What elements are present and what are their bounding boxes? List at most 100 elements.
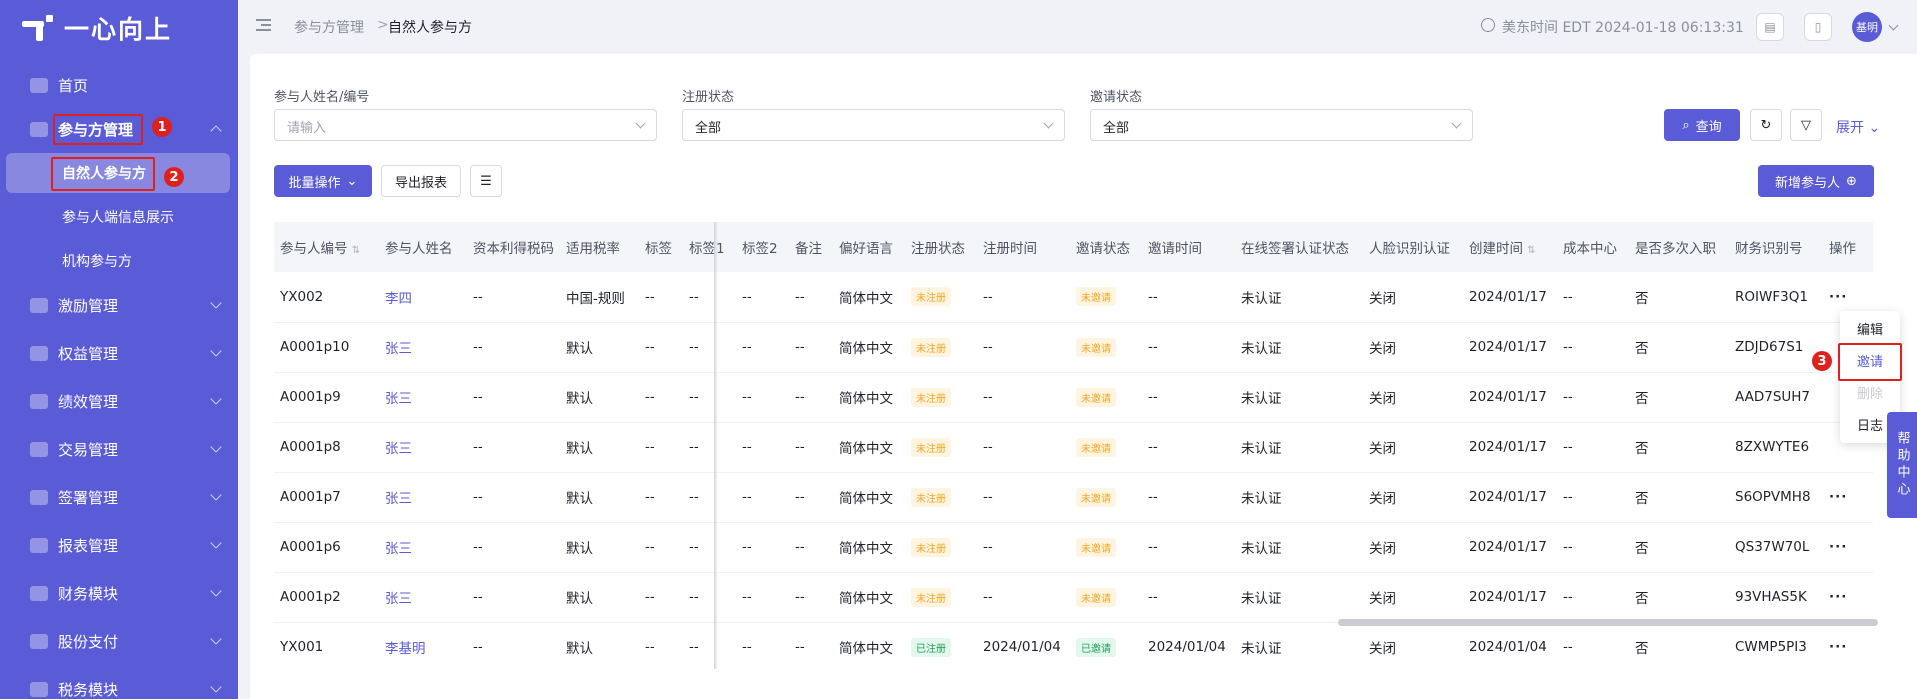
sort-icon[interactable]: ⇅	[352, 245, 360, 256]
top-bar: 参与方管理 > 自然人参与方 美东时间 EDT 2024-01-18 06:13…	[238, 0, 1917, 54]
cell-lang: 简体中文	[833, 322, 905, 373]
name-search-input[interactable]: 请输入	[274, 109, 657, 141]
cell-created: 2024/01/04	[1463, 622, 1557, 669]
cell-tax: --	[459, 572, 560, 623]
cell-name[interactable]: 张三	[379, 572, 459, 623]
horizontal-scrollbar[interactable]	[1338, 619, 1878, 626]
sidebar-subitem-participant-info[interactable]: 参与人端信息展示	[0, 197, 238, 237]
cell-op[interactable]: ···	[1823, 522, 1873, 573]
document-icon[interactable]: ▯	[1804, 13, 1832, 41]
add-participant-button[interactable]: 新增参与人 ⊕	[1758, 165, 1874, 197]
menu-collapse-icon[interactable]	[256, 19, 271, 31]
cell-rate: 默认	[560, 422, 639, 473]
cell-created: 2024/01/17	[1463, 372, 1557, 423]
sidebar-item-equity[interactable]: 权益管理	[0, 333, 238, 373]
cell-reg_time: --	[977, 472, 1070, 523]
sidebar-item-incentive[interactable]: 激励管理	[0, 285, 238, 325]
cell-t1: --	[683, 472, 736, 523]
cell-multi: 否	[1629, 372, 1729, 423]
cell-face: 关闭	[1363, 572, 1463, 623]
col-inv-time: 邀请时间	[1142, 222, 1235, 272]
cell-reg_time: --	[977, 422, 1070, 473]
cell-note: --	[789, 372, 833, 423]
col-created[interactable]: 创建时间 ⇅	[1463, 222, 1557, 272]
export-report-button[interactable]: 导出报表	[381, 165, 461, 197]
cell-rate: 默认	[560, 372, 639, 423]
cell-inv_time: --	[1142, 522, 1235, 573]
chevron-down-icon	[210, 297, 222, 309]
menu-edit[interactable]: 编辑	[1840, 319, 1900, 338]
sidebar-item-trade[interactable]: 交易管理	[0, 429, 238, 469]
cell-face: 关闭	[1363, 372, 1463, 423]
sidebar-item-signing[interactable]: 签署管理	[0, 477, 238, 517]
cell-t1: --	[683, 522, 736, 573]
invite-status-badge: 未邀请	[1076, 387, 1116, 407]
sidebar-item-home[interactable]: 首页	[0, 65, 238, 105]
sidebar-item-label: 激励管理	[58, 296, 119, 315]
cell-t: --	[639, 472, 683, 523]
filter-button[interactable]: ▽	[1790, 109, 1822, 141]
share-payment-icon	[30, 633, 48, 649]
batch-action-button[interactable]: 批量操作 ⌄	[274, 165, 372, 197]
finance-icon	[30, 585, 48, 601]
cell-name[interactable]: 张三	[379, 422, 459, 473]
incentive-icon	[30, 297, 48, 313]
cell-name[interactable]: 张三	[379, 322, 459, 373]
column-settings-button[interactable]: ☰	[470, 165, 502, 197]
cell-name[interactable]: 张三	[379, 372, 459, 423]
cell-name[interactable]: 张三	[379, 472, 459, 523]
cell-note: --	[789, 272, 833, 323]
app-logo: 一心向上	[0, 0, 238, 56]
invite-status-badge: 未邀请	[1076, 487, 1116, 507]
cell-cost: --	[1557, 322, 1629, 373]
table-row: YX001 李基明 -- 默认 -- -- -- -- 简体中文 已注册 2024/01/04 已邀请…	[274, 622, 1873, 669]
chevron-down-icon	[210, 441, 222, 453]
cell-name[interactable]: 张三	[379, 522, 459, 573]
expand-filters-link[interactable]: 展开 ⌄	[1836, 117, 1880, 137]
reg-status-select[interactable]: 全部	[682, 109, 1065, 141]
col-id[interactable]: 参与人编号 ⇅	[274, 222, 379, 272]
cell-multi: 否	[1629, 422, 1729, 473]
query-button[interactable]: ⌕ 查询	[1664, 109, 1740, 141]
cell-reg_time: --	[977, 522, 1070, 573]
cell-name[interactable]: 李基明	[379, 622, 459, 669]
sidebar-item-reports[interactable]: 报表管理	[0, 525, 238, 565]
sidebar-item-finance[interactable]: 财务模块	[0, 573, 238, 613]
table-row: A0001p8 张三 -- 默认 -- -- -- -- 简体中文 未注册 -- 未邀请 -- 未认证 关闭…	[274, 422, 1873, 473]
cell-inv: 已邀请	[1070, 622, 1142, 669]
reg-status-badge: 未注册	[911, 587, 951, 607]
sidebar-subitem-institution[interactable]: 机构参与方	[0, 241, 238, 281]
chevron-down-icon[interactable]	[1888, 20, 1899, 31]
cell-note: --	[789, 522, 833, 573]
avatar[interactable]: 基明	[1852, 12, 1882, 42]
cell-face: 关闭	[1363, 322, 1463, 373]
app-name: 一心向上	[64, 15, 173, 44]
invite-status-select[interactable]: 全部	[1090, 109, 1473, 141]
cell-t: --	[639, 372, 683, 423]
cell-op[interactable]: ···	[1823, 572, 1873, 623]
performance-icon	[30, 393, 48, 409]
reset-button[interactable]: ↻	[1750, 109, 1782, 141]
breadcrumb-parent[interactable]: 参与方管理	[294, 17, 364, 37]
sidebar-item-share-payment[interactable]: 股份支付	[0, 621, 238, 661]
cell-name[interactable]: 李四	[379, 272, 459, 323]
cell-op[interactable]: ···	[1823, 622, 1873, 669]
cell-t1: --	[683, 622, 736, 669]
cell-op[interactable]: ···	[1823, 472, 1873, 523]
equity-icon	[30, 345, 48, 361]
sidebar-item-label: 权益管理	[58, 344, 119, 363]
clipboard-icon[interactable]: ▤	[1756, 13, 1784, 41]
sidebar-item-performance[interactable]: 绩效管理	[0, 381, 238, 421]
chevron-down-icon	[210, 681, 222, 693]
cell-note: --	[789, 422, 833, 473]
help-center-button[interactable]: 帮助中心	[1887, 412, 1917, 518]
cell-fin: AAD7SUH7	[1729, 372, 1823, 423]
signing-icon	[30, 489, 48, 505]
cell-tax: --	[459, 372, 560, 423]
sidebar-item-tax[interactable]: 税务模块	[0, 669, 238, 699]
cell-face: 关闭	[1363, 472, 1463, 523]
annotation-badge-3: 3	[1812, 351, 1832, 371]
cell-rate: 默认	[560, 572, 639, 623]
cell-rate: 默认	[560, 522, 639, 573]
sort-icon[interactable]: ⇅	[1527, 245, 1535, 256]
